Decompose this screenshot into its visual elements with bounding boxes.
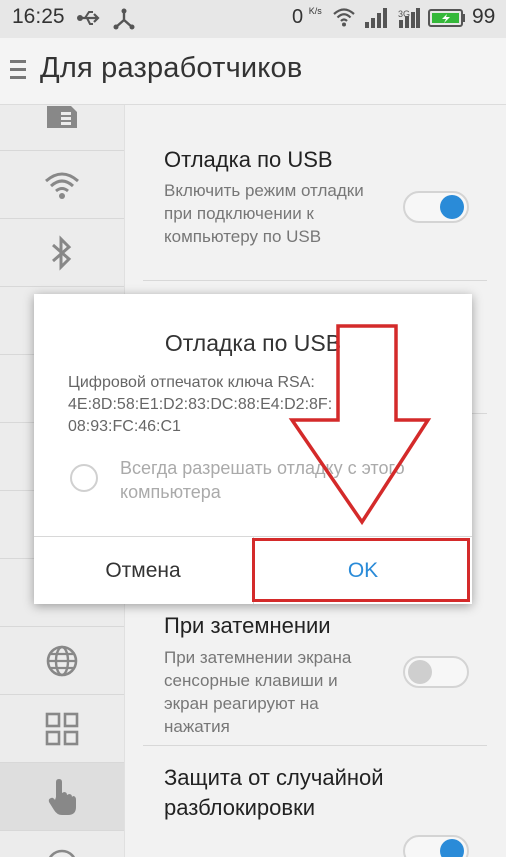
globe-icon [46, 645, 78, 676]
bluetooth-icon [52, 234, 72, 271]
wifi-icon [45, 172, 79, 199]
signal-icon [365, 8, 387, 28]
status-bar: 16:25 0 K/s 3G 99 [0, 0, 506, 38]
always-allow-checkbox[interactable] [70, 464, 98, 492]
dimming-title: При затемнении [164, 613, 331, 638]
sidebar-item-language[interactable] [0, 627, 124, 695]
usb-debug-title: Отладка по USB [164, 147, 333, 172]
usb-debug-description: Включить режим отладки при подключении к… [164, 181, 364, 246]
sidebar-item-developer[interactable] [0, 763, 124, 831]
usb-icon [77, 11, 100, 25]
sidebar-item-bluetooth[interactable] [0, 219, 124, 287]
app-header: Для разработчиков [0, 38, 506, 105]
apps-grid-icon [45, 712, 79, 745]
cancel-button[interactable]: Отмена [34, 537, 252, 604]
usb-debug-icon [113, 8, 135, 30]
data-rate: 0 K/s [292, 6, 322, 28]
dimming-description: При затемнении экрана сенсорные клавиши … [164, 648, 352, 736]
sidebar-item-apps[interactable] [0, 695, 124, 763]
hand-touch-icon [48, 778, 76, 815]
unlock-protection-toggle[interactable] [403, 835, 469, 857]
usb-debug-toggle[interactable] [403, 191, 469, 223]
wifi-icon [333, 8, 355, 27]
sidebar-item-sim[interactable] [0, 105, 124, 151]
3g-icon: 3G [398, 8, 420, 28]
divider [143, 745, 487, 746]
unlock-protection-title: Защита от случайной разблокировки [164, 765, 384, 820]
ok-highlight-annotation [252, 538, 470, 602]
down-arrow-annotation [288, 324, 432, 526]
dimming-toggle[interactable] [403, 656, 469, 688]
battery-icon [428, 9, 465, 27]
sidebar-item-wifi[interactable] [0, 151, 124, 219]
status-time: 16:25 [12, 5, 65, 28]
sim-icon [47, 105, 77, 128]
divider [143, 280, 487, 281]
sidebar-item[interactable] [0, 831, 124, 857]
menu-icon[interactable] [10, 60, 26, 80]
circle-icon [48, 849, 76, 857]
page-title: Для разработчиков [40, 52, 303, 84]
battery-level: 99 [472, 5, 496, 28]
